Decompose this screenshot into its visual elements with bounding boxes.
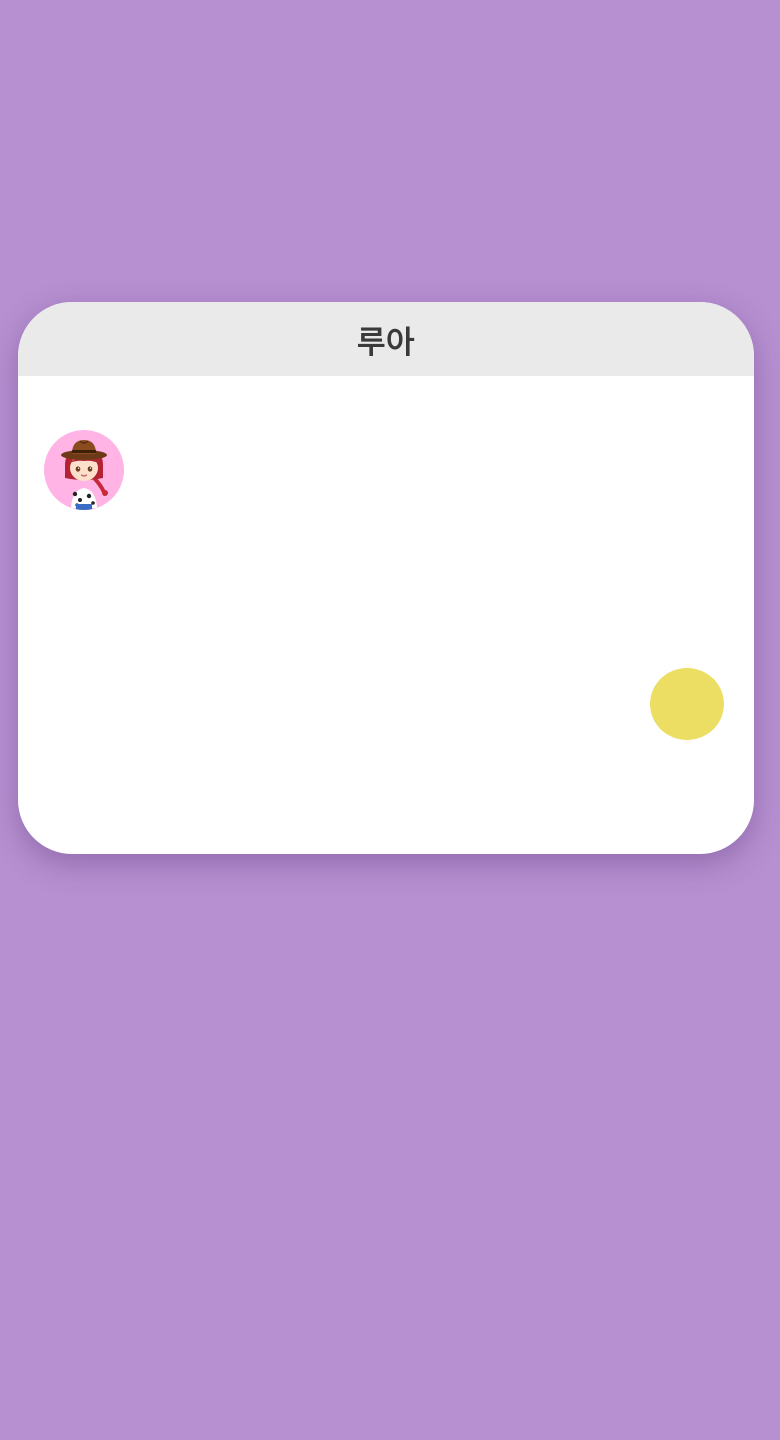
card-title: 루아 bbox=[356, 324, 416, 361]
card-header: 루아 bbox=[18, 302, 754, 376]
cowgirl-avatar-icon bbox=[61, 440, 108, 510]
yellow-indicator[interactable] bbox=[650, 668, 724, 740]
avatar[interactable] bbox=[44, 430, 124, 510]
profile-card: 루아 bbox=[18, 302, 754, 854]
